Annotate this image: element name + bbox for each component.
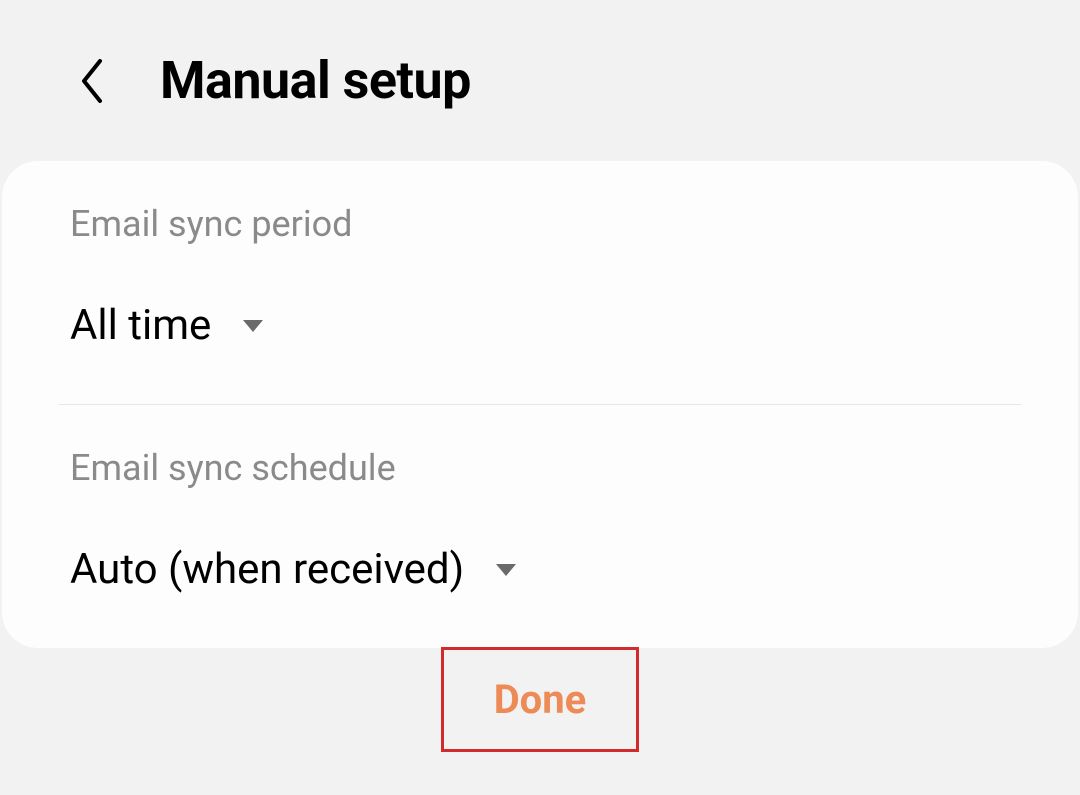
chevron-down-icon bbox=[241, 318, 265, 334]
sync-schedule-dropdown[interactable]: Auto (when received) bbox=[70, 545, 1010, 594]
chevron-left-icon bbox=[78, 57, 106, 105]
email-sync-period-item: Email sync period All time bbox=[2, 161, 1078, 404]
page-title: Manual setup bbox=[160, 50, 471, 111]
sync-schedule-label: Email sync schedule bbox=[70, 447, 1010, 489]
sync-period-value: All time bbox=[70, 301, 211, 350]
done-button[interactable]: Done bbox=[441, 647, 640, 752]
chevron-down-icon bbox=[494, 562, 518, 578]
header: Manual setup bbox=[0, 0, 1080, 161]
done-label: Done bbox=[494, 676, 587, 723]
sync-schedule-value: Auto (when received) bbox=[70, 545, 464, 594]
sync-period-label: Email sync period bbox=[70, 203, 1010, 245]
email-sync-schedule-item: Email sync schedule Auto (when received) bbox=[2, 405, 1078, 648]
footer: Done bbox=[0, 647, 1080, 752]
sync-period-dropdown[interactable]: All time bbox=[70, 301, 1010, 350]
back-button[interactable] bbox=[72, 57, 112, 105]
settings-card: Email sync period All time Email sync sc… bbox=[2, 161, 1078, 648]
